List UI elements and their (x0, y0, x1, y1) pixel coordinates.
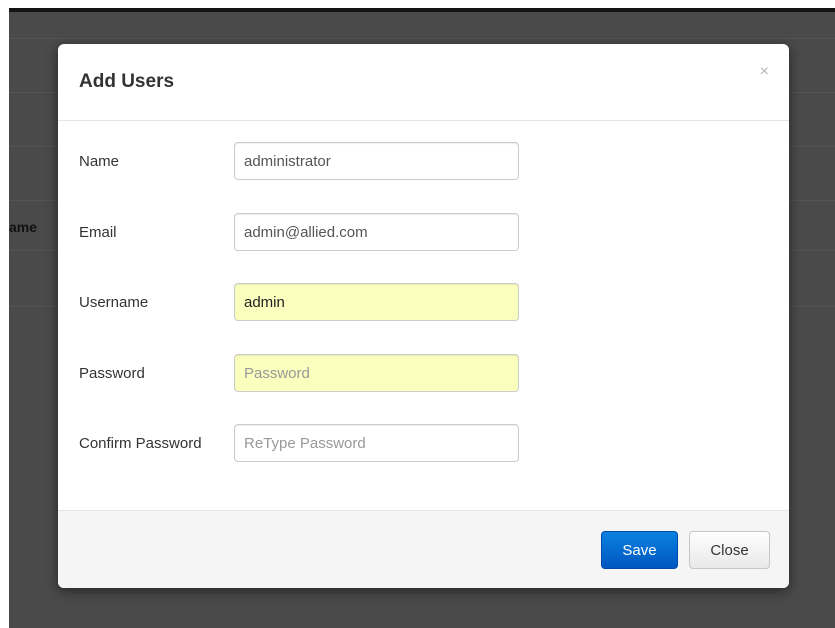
name-label: Name (79, 153, 120, 170)
email-field[interactable] (234, 213, 519, 251)
password-label: Password (79, 365, 145, 382)
confirm-password-field[interactable] (234, 424, 519, 462)
background-column-header: ame (9, 219, 38, 235)
username-row: Username (58, 283, 789, 323)
confirm-password-row: Confirm Password (58, 424, 789, 464)
name-row: Name (58, 142, 789, 182)
save-button[interactable]: Save (601, 531, 678, 569)
name-field[interactable] (234, 142, 519, 180)
close-icon[interactable]: × (760, 64, 769, 80)
modal-header: Add Users × (58, 44, 789, 121)
username-field[interactable] (234, 283, 519, 321)
close-button[interactable]: Close (689, 531, 770, 569)
add-users-dialog: Add Users × Name Email Username Password… (58, 44, 789, 588)
email-label: Email (79, 224, 117, 241)
modal-footer: Save Close (58, 510, 789, 588)
top-bar (9, 8, 835, 12)
background-divider (9, 38, 835, 39)
password-field[interactable] (234, 354, 519, 392)
modal-title: Add Users (79, 71, 175, 92)
password-row: Password (58, 354, 789, 394)
username-label: Username (79, 294, 149, 311)
email-row: Email (58, 213, 789, 253)
confirm-password-label: Confirm Password (79, 435, 202, 452)
